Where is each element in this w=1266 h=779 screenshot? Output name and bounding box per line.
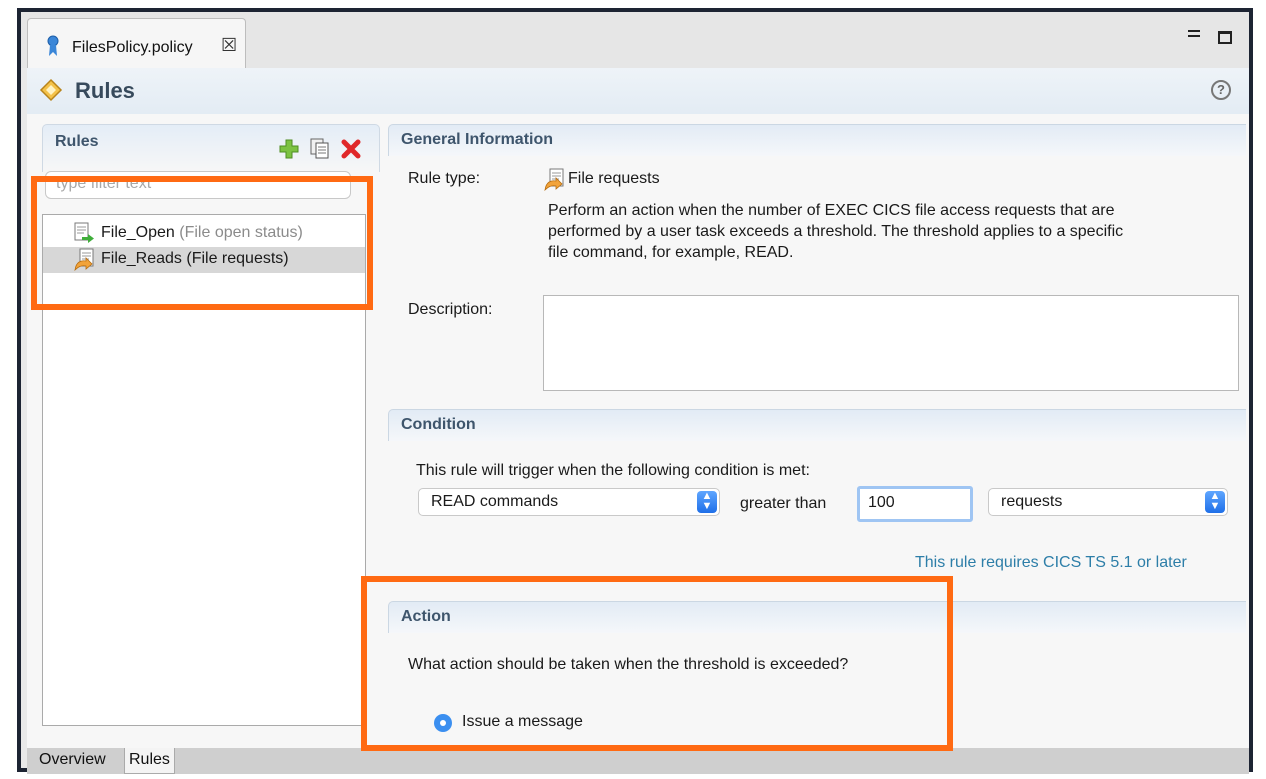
copy-rule-icon[interactable] — [310, 138, 330, 160]
threshold-input[interactable]: 100 — [857, 486, 973, 522]
chevron-updown-icon: ▲ ▼ — [697, 491, 717, 513]
delete-rule-icon[interactable] — [341, 139, 361, 159]
page-title: Rules — [75, 78, 135, 103]
unit-select[interactable]: requests ▲ ▼ — [988, 488, 1228, 516]
highlight-box-rules-tree — [31, 176, 373, 310]
rule-type-explanation-line: file command, for example, READ. — [548, 244, 794, 261]
rules-list-title: Rules — [55, 133, 99, 150]
chevron-updown-icon: ▲ ▼ — [1205, 491, 1225, 513]
section-title: Condition — [401, 416, 476, 433]
close-icon[interactable]: ☒ — [221, 35, 237, 56]
tab-overview[interactable]: Overview — [35, 748, 110, 774]
command-select[interactable]: READ commands ▲ ▼ — [418, 488, 720, 516]
requirement-link[interactable]: This rule requires CICS TS 5.1 or later — [915, 554, 1187, 572]
condition-header: Condition — [388, 409, 1246, 441]
operator-label: greater than — [740, 495, 827, 512]
editor-tab-bar: FilesPolicy.policy ☒ — [21, 12, 1249, 68]
editor-page-tabs: Overview Rules — [27, 748, 1249, 774]
rule-type-value: File requests — [568, 170, 660, 187]
file-requests-icon — [543, 168, 567, 192]
highlight-box-action — [361, 576, 953, 751]
rule-type-explanation-line: Perform an action when the number of EXE… — [548, 202, 1115, 219]
description-label: Description: — [408, 301, 493, 318]
file-tab-label: FilesPolicy.policy — [72, 39, 193, 56]
rule-type-explanation-line: performed by a user task exceeds a thres… — [548, 223, 1124, 240]
condition-intro: This rule will trigger when the followin… — [416, 462, 810, 479]
maximize-icon[interactable] — [1218, 31, 1232, 44]
help-icon[interactable]: ? — [1211, 80, 1231, 100]
file-tab[interactable]: FilesPolicy.policy ☒ — [27, 18, 246, 68]
add-rule-icon[interactable] — [279, 139, 299, 159]
rules-diamond-icon — [39, 78, 63, 102]
rules-list-header: Rules — [42, 124, 380, 172]
unit-select-value: requests — [1001, 493, 1063, 510]
tab-rules[interactable]: Rules — [124, 748, 175, 774]
minimize-icon[interactable] — [1188, 30, 1200, 37]
rule-type-label: Rule type: — [408, 170, 481, 187]
form-header: Rules ? — [27, 68, 1249, 114]
general-information-header: General Information — [388, 124, 1246, 156]
command-select-value: READ commands — [431, 493, 559, 510]
section-title: General Information — [401, 131, 554, 148]
policy-ribbon-icon — [46, 35, 60, 57]
description-textarea[interactable] — [543, 295, 1239, 391]
